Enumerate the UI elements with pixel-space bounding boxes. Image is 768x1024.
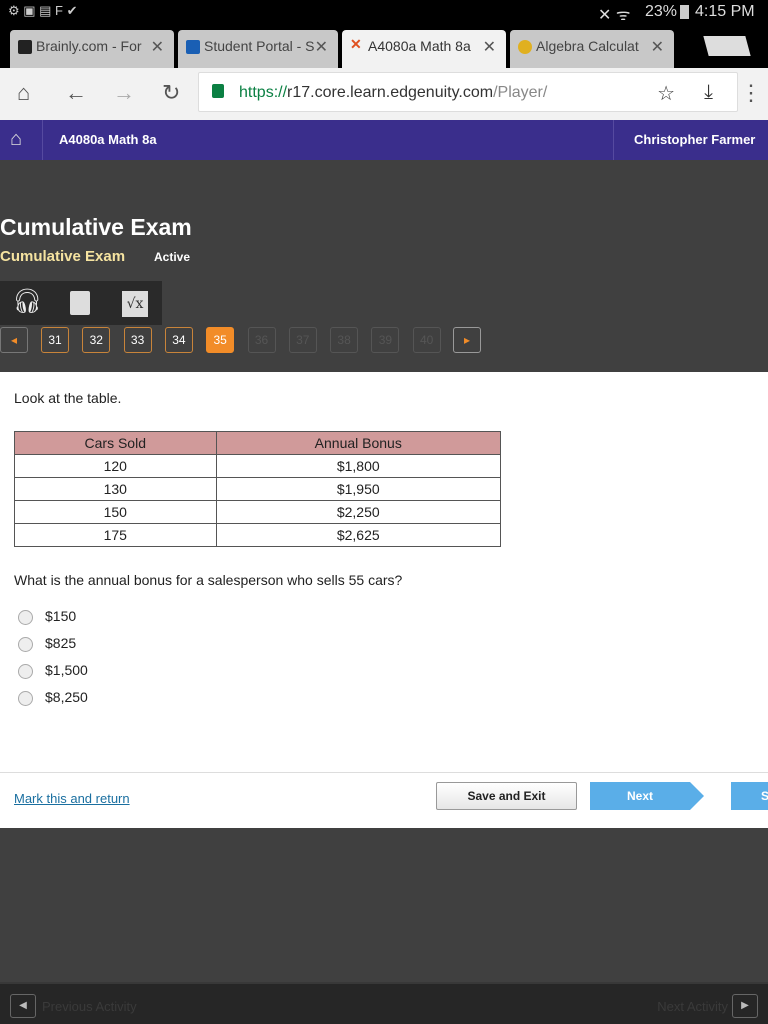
radio-button[interactable] — [18, 663, 33, 679]
save-and-exit-button[interactable]: Save and Exit — [436, 782, 577, 810]
option-label: $825 — [45, 635, 77, 651]
answer-option[interactable]: $8,250 — [18, 689, 88, 706]
tab-student-portal[interactable]: Student Portal - S ✕ — [178, 30, 338, 68]
table-cell: $1,800 — [215, 454, 502, 478]
home-icon[interactable]: ⌂ — [17, 80, 30, 106]
question-34-button[interactable]: 34 — [164, 327, 193, 353]
option-label: $1,500 — [45, 662, 88, 678]
question-33-button[interactable]: 33 — [123, 327, 152, 353]
question-36-button: 36 — [247, 327, 276, 353]
edgenuity-favicon-icon: ✕ — [350, 36, 362, 52]
table-cell: 150 — [14, 500, 217, 524]
table-row: 120 $1,800 — [14, 454, 502, 478]
url-host: r17.core.learn.edgenuity.com — [287, 84, 494, 101]
star-icon[interactable]: ☆ — [657, 81, 675, 106]
mark-and-return-link[interactable]: Mark this and return — [14, 791, 130, 806]
option-label: $8,250 — [45, 689, 88, 705]
question-panel: Look at the table. Cars Sold Annual Bonus… — [0, 372, 768, 828]
column-header: Cars Sold — [14, 431, 217, 455]
tab-brainly[interactable]: Brainly.com - For ✕ — [10, 30, 174, 68]
question-intro: Look at the table. — [14, 390, 122, 406]
submit-button[interactable]: S — [731, 782, 768, 810]
next-activity-label: Next Activity — [657, 999, 728, 1014]
lock-icon — [212, 84, 224, 98]
next-arrow — [690, 782, 704, 810]
data-table: Cars Sold Annual Bonus 120 $1,800 130 $1,95… — [14, 431, 502, 547]
tab-math[interactable]: ✕ A4080a Math 8a ✕ — [342, 30, 506, 68]
option-label: $150 — [45, 608, 77, 624]
question-31-button[interactable]: 31 — [41, 327, 69, 353]
course-header: ⌂ A4080a Math 8a Christopher Farmer — [0, 120, 768, 160]
question-38-button: 38 — [330, 327, 359, 353]
answer-option[interactable]: $1,500 — [18, 662, 88, 679]
table-cell: $2,250 — [215, 500, 502, 524]
close-tab-icon[interactable]: ✕ — [315, 37, 328, 57]
activity-footer: ◀ Previous Activity Next Activity ▶ — [0, 982, 768, 1024]
tab-label: Student Portal - S — [204, 38, 315, 54]
answer-option[interactable]: $825 — [18, 635, 76, 652]
question-prompt: What is the annual bonus for a salespers… — [14, 572, 403, 588]
prev-question-button[interactable]: ◂ — [0, 327, 28, 353]
previous-activity-label: Previous Activity — [42, 999, 137, 1014]
page-title: Cumulative Exam — [0, 214, 192, 240]
battery-level: 23% — [645, 3, 678, 20]
column-header: Annual Bonus — [215, 431, 502, 455]
notification-icons: ⚙ ▣ ▤ F ✔ — [8, 3, 78, 18]
table-row: 150 $2,250 — [14, 500, 502, 524]
reload-icon[interactable]: ↻ — [162, 80, 180, 106]
algebra-favicon-icon — [518, 40, 532, 54]
url-scheme: https:// — [239, 84, 288, 101]
headphones-icon[interactable]: 🎧︎ — [12, 287, 42, 316]
tool-bar: 🎧︎ √x — [0, 281, 162, 325]
previous-activity-button[interactable]: ◀ — [10, 994, 36, 1018]
menu-icon[interactable]: ⋮ — [740, 80, 762, 106]
next-activity-button[interactable]: ▶ — [732, 994, 758, 1018]
tab-label: Algebra Calculat — [536, 38, 639, 54]
radio-button[interactable] — [18, 609, 33, 625]
home-icon[interactable]: ⌂ — [10, 128, 22, 151]
tab-strip: Brainly.com - For ✕ Student Portal - S ✕ ✕… — [0, 24, 768, 68]
battery-icon — [680, 5, 689, 19]
close-tab-icon[interactable]: ✕ — [651, 37, 664, 57]
page-subtitle: Cumulative Exam — [0, 248, 126, 265]
clock: 4:15 PM — [695, 3, 755, 20]
user-name[interactable]: Christopher Farmer — [634, 132, 755, 147]
course-title: A4080a Math 8a — [59, 132, 157, 147]
back-icon[interactable]: ← — [65, 80, 87, 106]
url-input[interactable]: https://r17.core.learn.edgenuity.com/Pla… — [198, 72, 738, 112]
close-tab-icon[interactable]: ✕ — [151, 37, 164, 57]
table-row: 130 $1,950 — [14, 477, 502, 501]
question-32-button[interactable]: 32 — [82, 327, 111, 353]
tab-algebra[interactable]: Algebra Calculat ✕ — [510, 30, 674, 68]
new-tab-button[interactable] — [703, 36, 751, 56]
mute-wifi-icons: ✕ ᯤ — [598, 7, 631, 24]
next-button[interactable]: Next — [590, 782, 690, 810]
url-path: /Player/ — [493, 84, 548, 101]
radio-button[interactable] — [18, 636, 33, 652]
question-40-button: 40 — [412, 327, 441, 353]
table-cell: $1,950 — [215, 477, 502, 501]
formula-icon[interactable]: √x — [122, 291, 148, 317]
download-icon[interactable]: ⤓ — [704, 81, 713, 104]
forward-icon[interactable]: → — [113, 80, 135, 106]
tab-label: Brainly.com - For — [36, 38, 142, 54]
calculator-icon[interactable] — [70, 291, 90, 315]
radio-button[interactable] — [18, 690, 33, 706]
question-35-button[interactable]: 35 — [206, 327, 235, 353]
close-tab-icon[interactable]: ✕ — [483, 37, 496, 57]
status-bar: ⚙ ▣ ▤ F ✔ ✕ ᯤ 23% 4:15 PM — [0, 0, 768, 24]
question-39-button: 39 — [371, 327, 400, 353]
table-cell: $2,625 — [215, 523, 502, 547]
next-question-button[interactable]: ▸ — [453, 327, 481, 353]
status-badge: Active — [154, 250, 191, 264]
brainly-favicon-icon — [18, 40, 32, 54]
question-37-button: 37 — [288, 327, 317, 353]
tab-label: A4080a Math 8a — [368, 38, 471, 54]
answer-option[interactable]: $150 — [18, 608, 76, 625]
table-cell: 175 — [14, 523, 217, 547]
table-cell: 120 — [14, 454, 217, 478]
table-row: 175 $2,625 — [14, 523, 502, 547]
portal-favicon-icon — [186, 40, 200, 54]
table-cell: 130 — [14, 477, 217, 501]
